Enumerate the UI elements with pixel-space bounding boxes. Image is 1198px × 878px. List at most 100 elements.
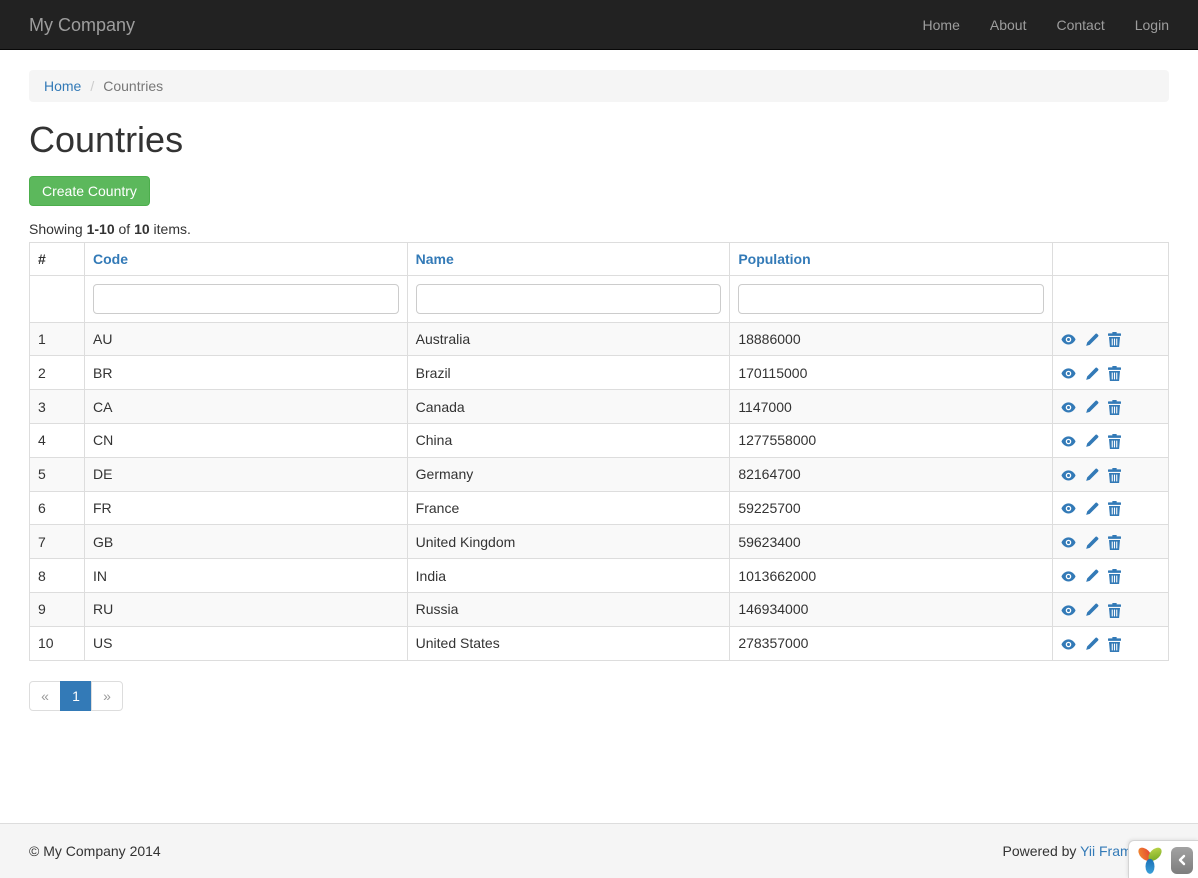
delete-button[interactable] (1108, 637, 1121, 652)
row-actions (1053, 356, 1169, 390)
row-actions (1053, 457, 1169, 491)
row-serial: 5 (30, 457, 85, 491)
row-actions (1053, 322, 1169, 356)
trash-icon (1108, 603, 1121, 618)
row-population: 1277558000 (730, 423, 1053, 457)
row-code: FR (85, 491, 408, 525)
nav-item-about[interactable]: About (975, 0, 1042, 50)
navbar: My Company Home About Contact Login (0, 0, 1198, 50)
update-button[interactable] (1085, 367, 1099, 381)
delete-button[interactable] (1108, 501, 1121, 516)
sort-name-link[interactable]: Name (416, 251, 454, 267)
page-title: Countries (29, 120, 1169, 160)
view-button[interactable] (1061, 435, 1076, 448)
trash-icon (1108, 468, 1121, 483)
pagination-next[interactable]: » (92, 681, 123, 711)
row-serial: 8 (30, 559, 85, 593)
breadcrumb-separator: / (81, 78, 103, 94)
row-name: China (407, 423, 730, 457)
trash-icon (1108, 535, 1121, 550)
pencil-icon (1085, 333, 1099, 347)
grid-summary: Showing 1-10 of 10 items. (29, 221, 1169, 237)
row-serial: 7 (30, 525, 85, 559)
nav-item-login[interactable]: Login (1120, 0, 1169, 50)
summary-range: 1-10 (87, 221, 115, 237)
delete-button[interactable] (1108, 468, 1121, 483)
row-serial: 9 (30, 592, 85, 626)
view-button[interactable] (1061, 469, 1076, 482)
eye-icon (1061, 536, 1076, 549)
grid-filter-row (30, 275, 1169, 322)
update-button[interactable] (1085, 502, 1099, 516)
delete-button[interactable] (1108, 332, 1121, 347)
view-button[interactable] (1061, 401, 1076, 414)
view-button[interactable] (1061, 536, 1076, 549)
view-button[interactable] (1061, 502, 1076, 515)
row-population: 1147000 (730, 390, 1053, 424)
eye-icon (1061, 367, 1076, 380)
view-button[interactable] (1061, 570, 1076, 583)
row-population: 278357000 (730, 626, 1053, 660)
table-row: 1 AU Australia 18886000 (30, 322, 1169, 356)
pencil-icon (1085, 400, 1099, 414)
yii-logo-icon (1135, 845, 1165, 875)
row-name: Germany (407, 457, 730, 491)
delete-button[interactable] (1108, 434, 1121, 449)
update-button[interactable] (1085, 400, 1099, 414)
sort-code-link[interactable]: Code (93, 251, 128, 267)
view-button[interactable] (1061, 638, 1076, 651)
breadcrumb-home-link[interactable]: Home (44, 78, 81, 94)
row-population: 82164700 (730, 457, 1053, 491)
view-button[interactable] (1061, 367, 1076, 380)
nav-item-contact[interactable]: Contact (1041, 0, 1119, 50)
delete-button[interactable] (1108, 400, 1121, 415)
delete-button[interactable] (1108, 603, 1121, 618)
update-button[interactable] (1085, 603, 1099, 617)
create-country-button[interactable]: Create Country (29, 176, 150, 206)
update-button[interactable] (1085, 637, 1099, 651)
countries-grid: # Code Name Population 1 AU Australia 18… (29, 242, 1169, 661)
navbar-brand[interactable]: My Company (29, 0, 135, 50)
row-actions (1053, 559, 1169, 593)
delete-button[interactable] (1108, 535, 1121, 550)
delete-button[interactable] (1108, 569, 1121, 584)
population-filter-input[interactable] (738, 284, 1044, 314)
prev-page-icon[interactable]: « (29, 681, 61, 711)
pagination-prev[interactable]: « (29, 681, 61, 711)
row-serial: 1 (30, 322, 85, 356)
sort-population-link[interactable]: Population (738, 251, 810, 267)
header-code: Code (85, 242, 408, 275)
update-button[interactable] (1085, 468, 1099, 482)
pencil-icon (1085, 502, 1099, 516)
row-code: CA (85, 390, 408, 424)
view-button[interactable] (1061, 333, 1076, 346)
update-button[interactable] (1085, 333, 1099, 347)
update-button[interactable] (1085, 536, 1099, 550)
debug-toolbar (1128, 840, 1198, 878)
nav-item-home[interactable]: Home (908, 0, 975, 50)
grid-header-row: # Code Name Population (30, 242, 1169, 275)
row-name: Russia (407, 592, 730, 626)
delete-button[interactable] (1108, 366, 1121, 381)
header-actions (1053, 242, 1169, 275)
code-filter-input[interactable] (93, 284, 399, 314)
header-serial: # (30, 242, 85, 275)
next-page-icon[interactable]: » (91, 681, 123, 711)
pencil-icon (1085, 367, 1099, 381)
chevron-left-icon (1176, 854, 1188, 866)
name-filter-input[interactable] (416, 284, 722, 314)
update-button[interactable] (1085, 434, 1099, 448)
pagination: « 1 » (29, 681, 1169, 711)
debug-expand-button[interactable] (1171, 847, 1193, 874)
eye-icon (1061, 638, 1076, 651)
trash-icon (1108, 434, 1121, 449)
pagination-page-1[interactable]: 1 (61, 681, 92, 711)
row-code: BR (85, 356, 408, 390)
update-button[interactable] (1085, 569, 1099, 583)
row-name: United Kingdom (407, 525, 730, 559)
header-name: Name (407, 242, 730, 275)
breadcrumb: Home / Countries (29, 70, 1169, 102)
row-actions (1053, 525, 1169, 559)
view-button[interactable] (1061, 604, 1076, 617)
row-population: 59623400 (730, 525, 1053, 559)
